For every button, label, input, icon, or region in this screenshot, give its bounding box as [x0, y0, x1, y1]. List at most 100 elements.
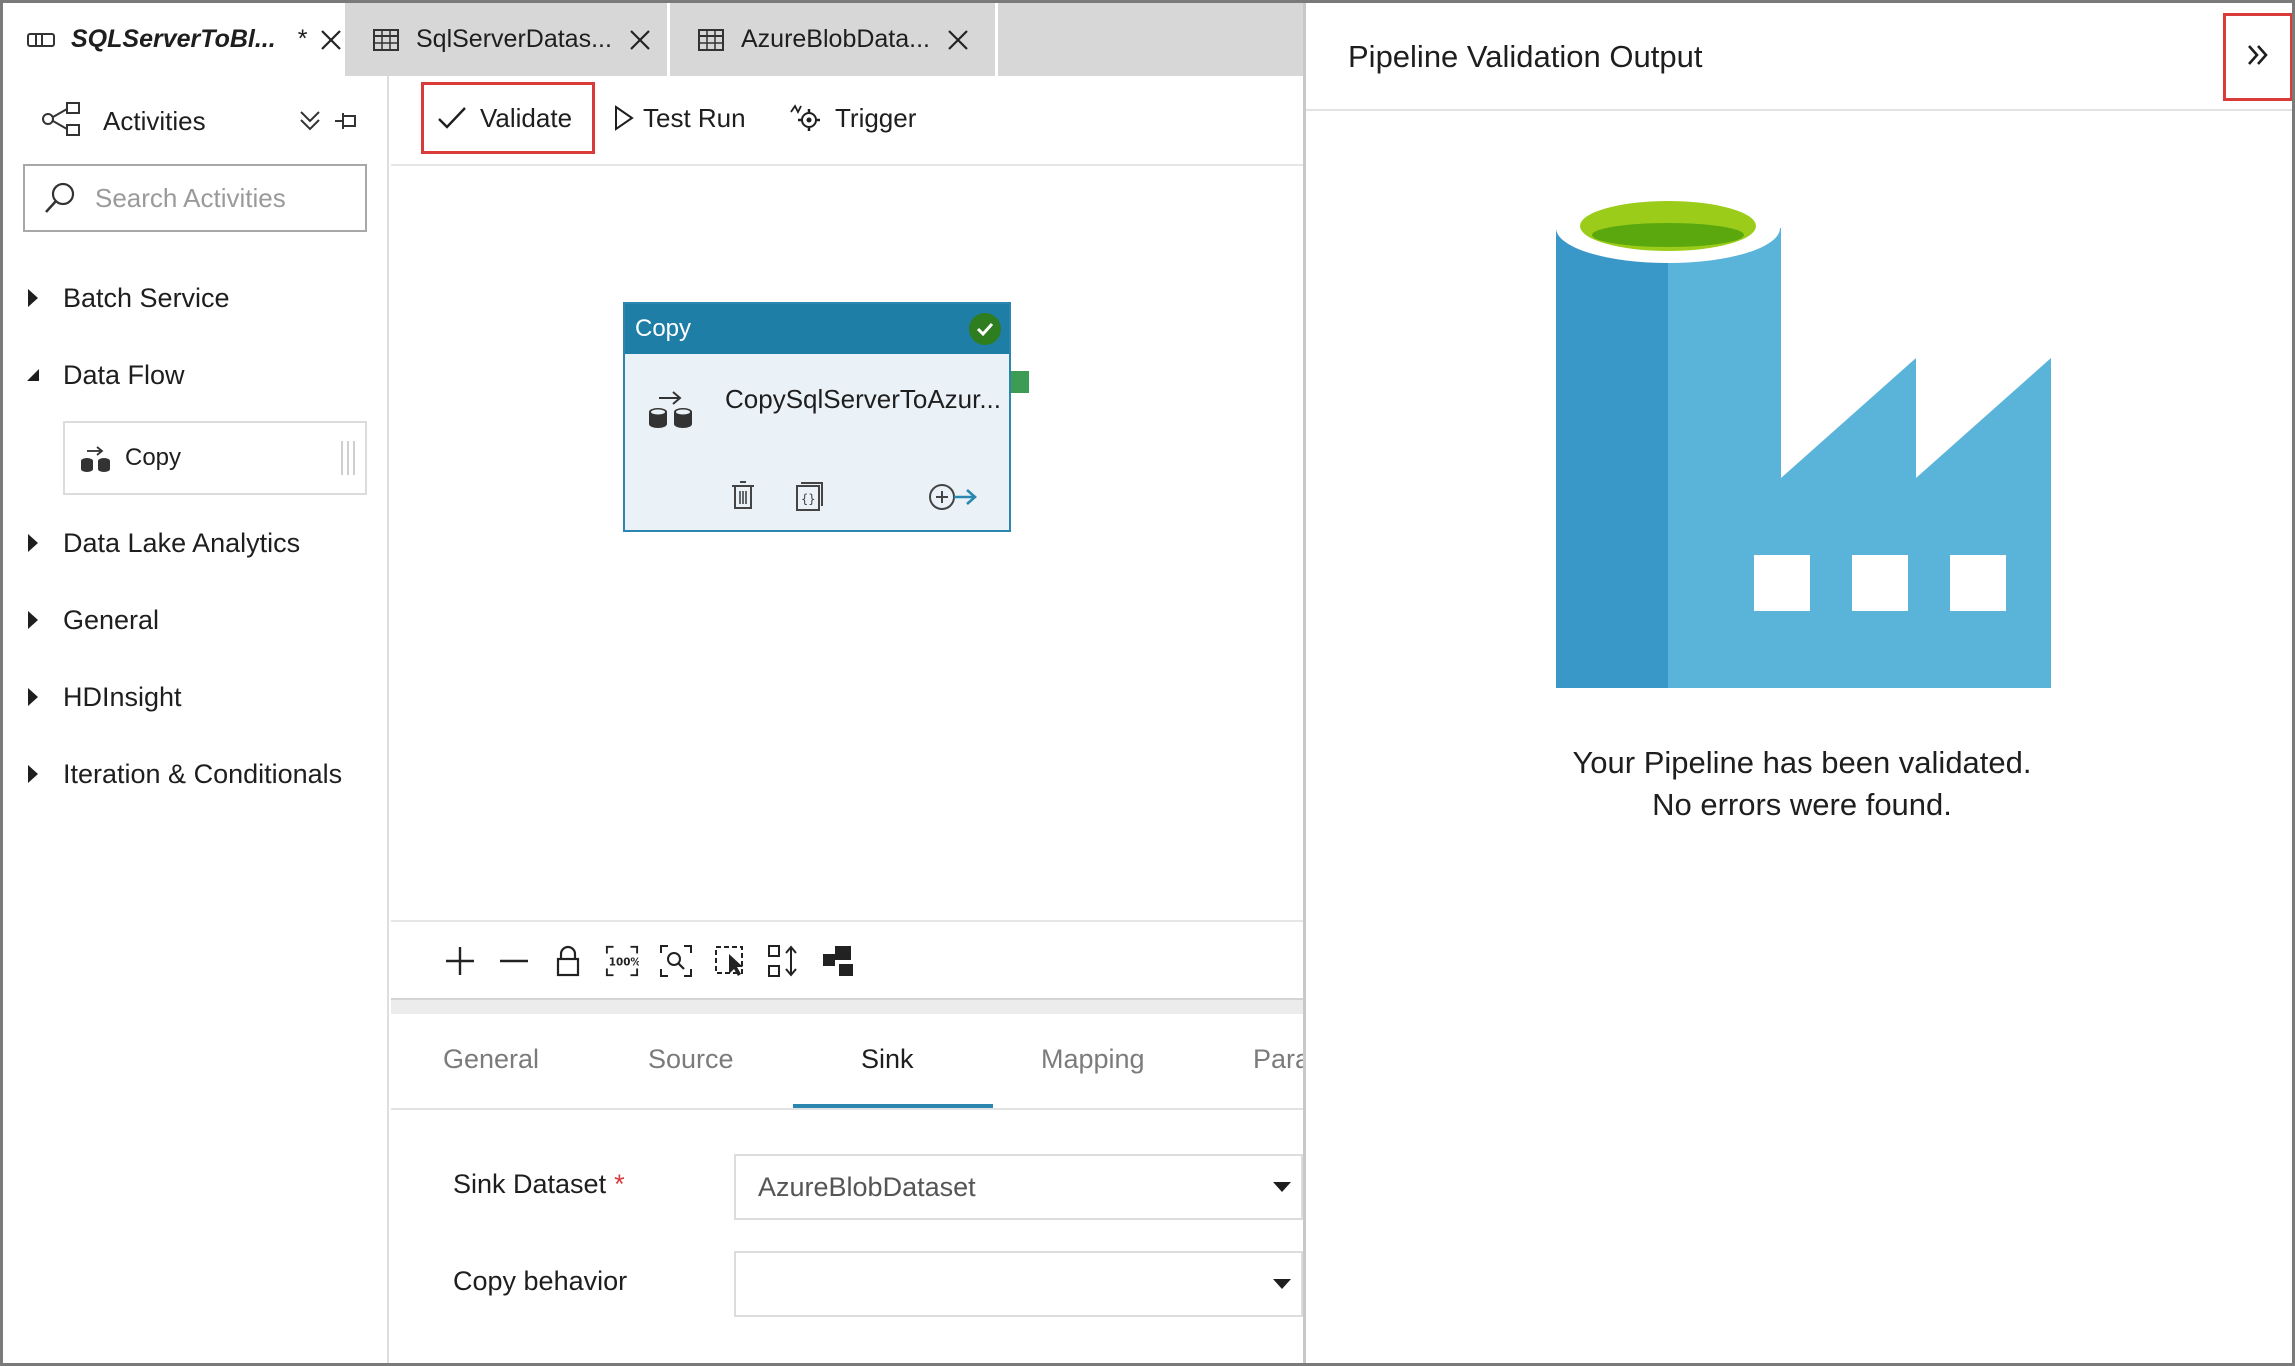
category-label: Iteration & Conditionals — [63, 758, 343, 789]
activity-item-label: Copy — [125, 444, 182, 471]
trigger-label: Trigger — [835, 102, 917, 133]
close-icon[interactable] — [317, 26, 345, 54]
category-hdinsight[interactable]: HDInsight — [25, 675, 182, 719]
validation-message-line1: Your Pipeline has been validated. — [1572, 745, 2032, 780]
pin-icon[interactable] — [333, 110, 359, 137]
zoom-100-icon[interactable]: 100% — [605, 944, 639, 978]
caret-down-icon — [25, 364, 41, 386]
activity-item-copy[interactable]: Copy — [63, 421, 367, 495]
auto-align-icon[interactable] — [767, 944, 801, 978]
trigger-button[interactable]: Trigger — [789, 82, 916, 154]
copy-activity-node[interactable]: Copy CopySqlServerToAzur... {} — [623, 302, 1011, 532]
multi-select-icon[interactable] — [713, 944, 747, 978]
tab-label: AzureBlobData... — [741, 25, 930, 53]
table-icon — [370, 24, 402, 56]
caret-right-icon — [25, 287, 41, 309]
sink-dataset-value: AzureBlobDataset — [758, 1171, 976, 1202]
search-input[interactable] — [95, 182, 355, 214]
table-icon — [695, 24, 727, 56]
active-tab-indicator — [793, 1104, 993, 1108]
validate-label: Validate — [480, 102, 573, 133]
validation-message-line2: No errors were found. — [1652, 787, 1952, 822]
copy-behavior-select[interactable] — [734, 1251, 1303, 1317]
category-label: HDInsight — [63, 681, 182, 712]
zoom-out-icon[interactable] — [497, 944, 531, 978]
dropdown-arrow-icon — [1273, 1279, 1291, 1289]
sink-dataset-label-text: Sink Dataset — [453, 1169, 607, 1199]
minimap-icon[interactable] — [821, 944, 855, 978]
category-label: Batch Service — [63, 282, 230, 313]
validated-check-icon — [969, 313, 1001, 345]
document-tab-strip: SQLServerToBl... * SqlServerDatas... Azu… — [3, 3, 1303, 76]
caret-right-icon — [25, 763, 41, 785]
close-icon[interactable] — [944, 26, 972, 54]
tab-mapping[interactable]: Mapping — [1041, 1044, 1145, 1075]
add-output-arrow-icon[interactable] — [927, 482, 979, 517]
pipeline-toolbar: Validate Test Run Trigger — [391, 76, 1303, 166]
success-output-port[interactable] — [1011, 371, 1029, 393]
data-factory-illustration — [1556, 193, 2061, 698]
collapse-all-icon[interactable] — [297, 108, 323, 139]
category-data-lake-analytics[interactable]: Data Lake Analytics — [25, 521, 300, 565]
tab-general[interactable]: General — [443, 1044, 539, 1075]
activities-sidebar: Activities Batch Service Data Flow — [3, 76, 389, 1363]
tab-parameters[interactable]: Para — [1253, 1044, 1310, 1075]
collapse-panel-button[interactable] — [2223, 13, 2292, 101]
test-run-button[interactable]: Test Run — [613, 82, 746, 154]
drag-handle-icon[interactable] — [339, 439, 357, 484]
required-marker: * — [614, 1169, 625, 1199]
dropdown-arrow-icon — [1273, 1182, 1291, 1192]
play-icon — [613, 104, 635, 132]
validation-panel-header: Pipeline Validation Output — [1306, 3, 2292, 111]
close-icon[interactable] — [626, 26, 654, 54]
tab-source[interactable]: Source — [648, 1044, 734, 1075]
search-icon — [43, 181, 77, 215]
unsaved-indicator: * — [297, 25, 308, 53]
activity-type-label: Copy — [635, 315, 692, 342]
zoom-to-fit-icon[interactable] — [659, 944, 693, 978]
properties-tab-bar: General Source Sink Mapping Para — [391, 1014, 1310, 1110]
search-activities-box[interactable] — [23, 164, 367, 232]
double-chevron-right-icon — [2245, 42, 2271, 73]
tab-azureblob-dataset[interactable]: AzureBlobData... — [673, 3, 998, 76]
activities-tree-icon — [41, 101, 83, 142]
pipeline-icon — [25, 24, 57, 56]
validation-panel-title: Pipeline Validation Output — [1348, 39, 1703, 74]
category-label: Data Flow — [63, 359, 185, 390]
zoom-in-icon[interactable] — [443, 944, 477, 978]
category-iteration-conditionals[interactable]: Iteration & Conditionals — [25, 752, 342, 796]
copy-activity-icon — [647, 388, 695, 437]
category-label: General — [63, 604, 160, 635]
activity-node-header: Copy — [625, 304, 1009, 354]
tab-label: SqlServerDatas... — [416, 25, 612, 53]
tab-sqlserver-dataset[interactable]: SqlServerDatas... — [348, 3, 670, 76]
pipeline-canvas[interactable]: Copy CopySqlServerToAzur... {} — [391, 168, 1303, 920]
delete-icon[interactable] — [729, 480, 757, 517]
checkmark-icon — [436, 104, 468, 132]
validate-button[interactable]: Validate — [421, 82, 595, 154]
sink-dataset-label: Sink Dataset * — [453, 1169, 625, 1200]
copy-activity-icon — [79, 443, 113, 473]
caret-right-icon — [25, 532, 41, 554]
category-data-flow[interactable]: Data Flow — [25, 353, 185, 397]
category-label: Data Lake Analytics — [63, 527, 301, 558]
sink-dataset-select[interactable]: AzureBlobDataset — [734, 1154, 1303, 1220]
caret-right-icon — [25, 609, 41, 631]
tab-label: SQLServerToBl... — [71, 25, 276, 53]
activities-header: Activities — [41, 98, 371, 144]
caret-right-icon — [25, 686, 41, 708]
svg-text:100%: 100% — [609, 957, 639, 969]
category-general[interactable]: General — [25, 598, 159, 642]
activity-name: CopySqlServerToAzur... — [725, 384, 1002, 414]
code-view-icon[interactable]: {} — [793, 480, 825, 517]
test-run-label: Test Run — [643, 102, 746, 133]
panel-resize-divider[interactable] — [391, 998, 1303, 1014]
tab-pipeline[interactable]: SQLServerToBl... * — [3, 3, 345, 76]
pipeline-validation-panel: Pipeline Validation Output Your Pipeline… — [1303, 3, 2292, 1363]
svg-text:{}: {} — [801, 492, 815, 506]
category-batch-service[interactable]: Batch Service — [25, 276, 230, 320]
canvas-controls: 100% — [391, 920, 1303, 1000]
trigger-gear-icon — [789, 102, 823, 134]
lock-icon[interactable] — [551, 944, 585, 978]
tab-sink[interactable]: Sink — [861, 1044, 914, 1075]
